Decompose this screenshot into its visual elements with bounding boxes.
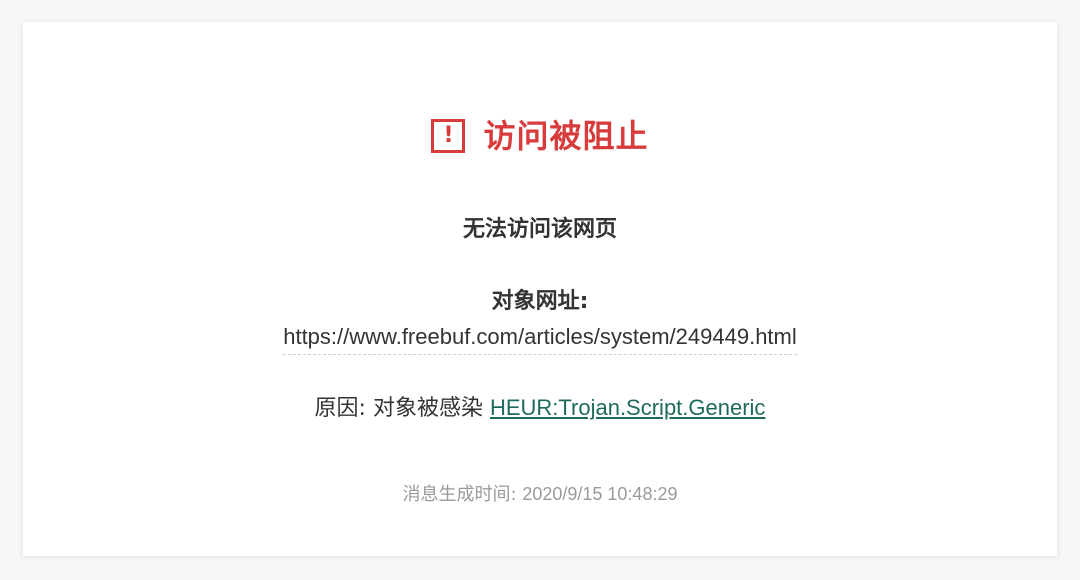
block-reason: 原因: 对象被感染 HEUR:Trojan.Script.Generic <box>23 392 1057 425</box>
timestamp-label: 消息生成时间: <box>402 484 517 505</box>
block-page-card: ! 访问被阻止 无法访问该网页 对象网址: https://www.freebu… <box>23 22 1057 556</box>
reason-label: 原因: 对象被感染 <box>314 396 483 421</box>
threat-name-link[interactable]: HEUR:Trojan.Script.Generic <box>490 395 765 420</box>
message-timestamp: 消息生成时间: 2020/9/15 10:48:29 <box>23 480 1057 509</box>
target-url-row: https://www.freebuf.com/articles/system/… <box>23 322 1057 355</box>
page-title: 访问被阻止 <box>483 117 649 155</box>
timestamp-value: 2020/9/15 10:48:29 <box>522 484 678 504</box>
target-url: https://www.freebuf.com/articles/system/… <box>283 322 797 355</box>
target-url-label: 对象网址: <box>491 289 589 314</box>
page-heading: ! 访问被阻止 <box>23 116 1057 156</box>
page-subtitle: 无法访问该网页 <box>462 217 617 242</box>
alert-icon: ! <box>431 119 466 153</box>
alert-icon-glyph: ! <box>443 123 454 148</box>
